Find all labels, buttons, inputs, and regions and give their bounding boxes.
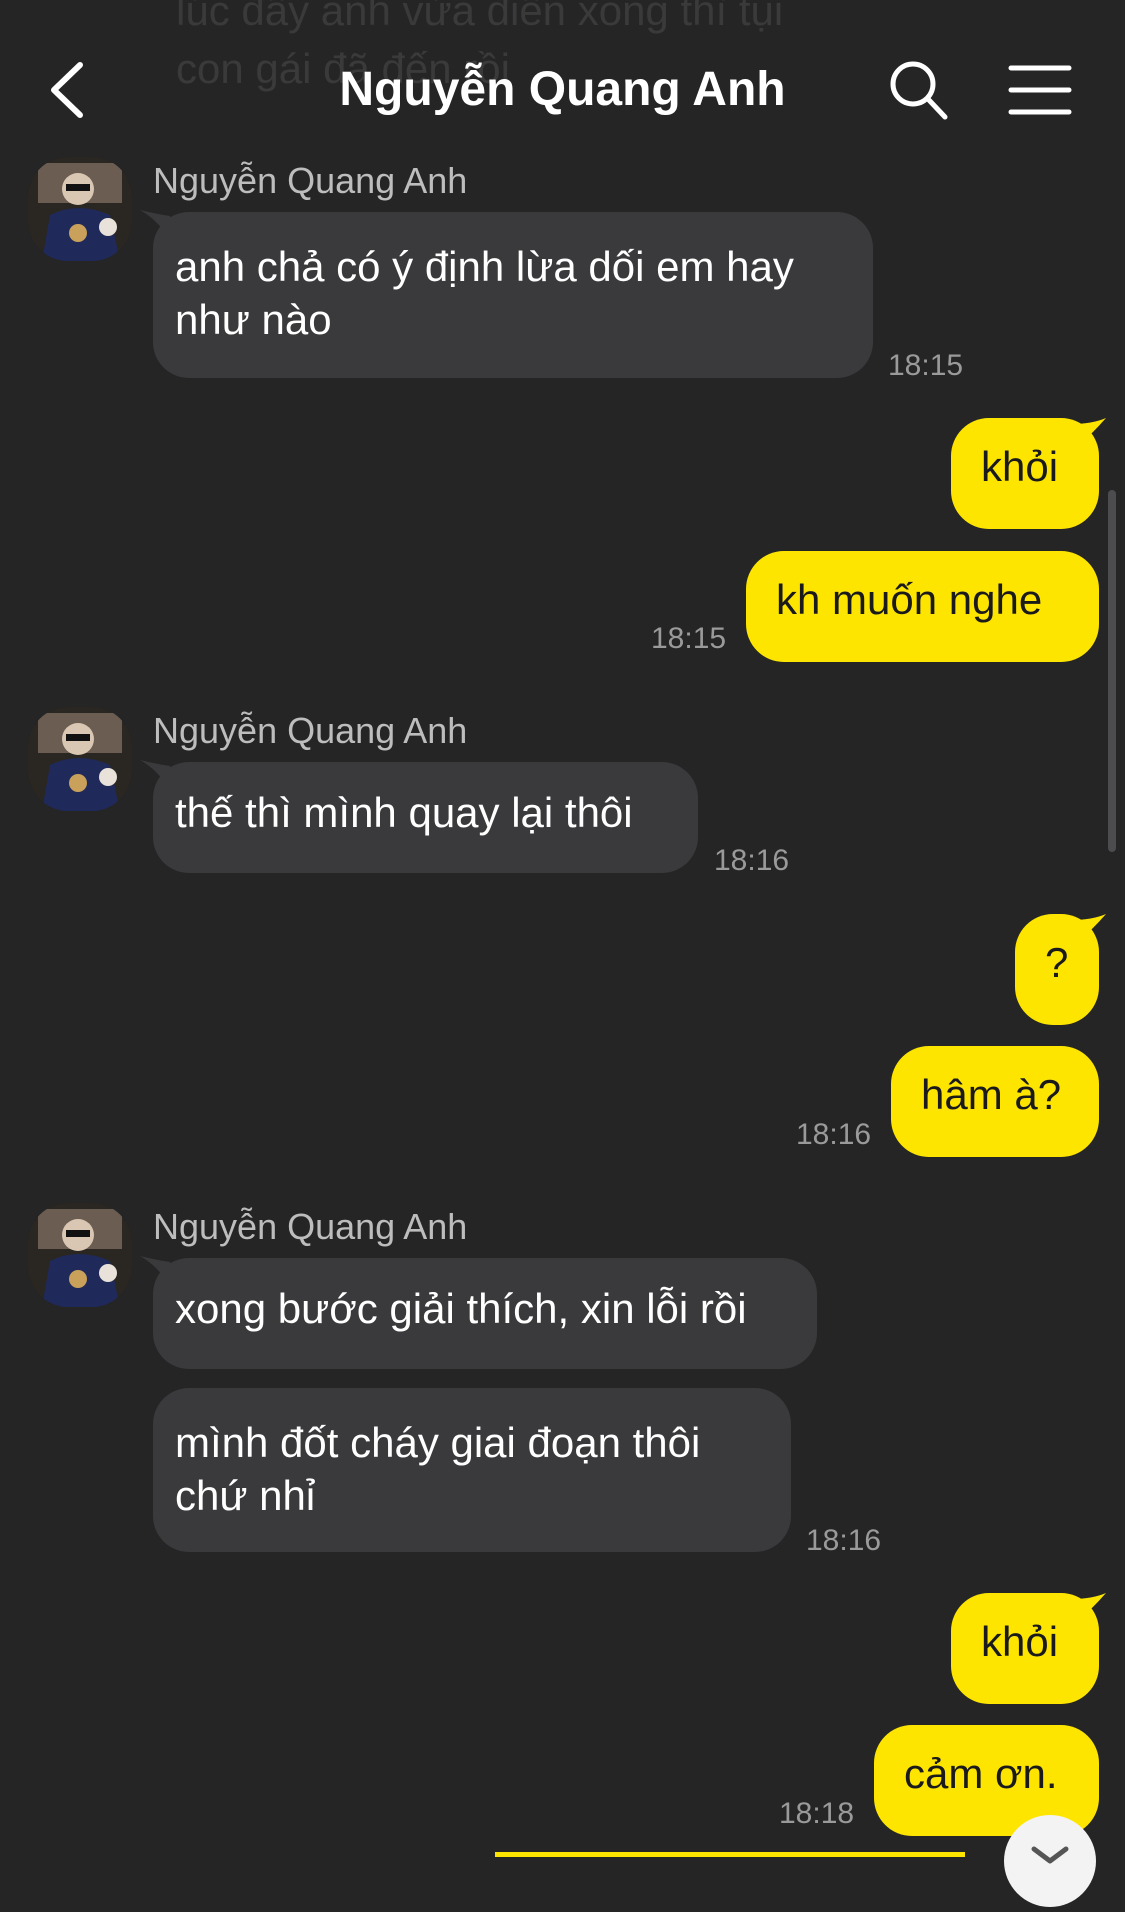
menu-button[interactable] [1005,58,1075,122]
chat-title: Nguyễn Quang Anh [339,63,786,116]
message-time: 18:15 [651,622,727,655]
hamburger-menu-icon [1008,65,1072,115]
message-time: 18:16 [714,844,790,877]
avatar-photo [28,157,132,261]
scrollbar[interactable] [1108,490,1116,852]
bubble-tail [1072,1593,1106,1627]
sender-name: Nguyễn Quang Anh [153,710,468,751]
message-bubble-outgoing[interactable]: kh muốn nghe [746,551,1099,662]
contact-avatar[interactable] [28,1203,132,1307]
avatar-photo [28,1203,132,1307]
message-bubble-incoming[interactable]: mình đốt cháy giai đoạn thôi chứ nhỉ [153,1388,791,1552]
chevron-down-icon [1031,1846,1069,1864]
message-time: 18:16 [806,1524,882,1557]
search-button[interactable] [885,55,955,125]
message-bubble-incoming[interactable]: xong bước giải thích, xin lỗi rồi [153,1258,817,1369]
input-bar-edge [495,1852,965,1857]
bubble-tail [1072,418,1106,452]
scroll-down-button[interactable] [1004,1815,1096,1907]
message-bubble-incoming[interactable]: thế thì mình quay lại thôi [153,762,698,873]
chat-header: Nguyễn Quang Anh [0,0,1125,160]
sender-name: Nguyễn Quang Anh [153,160,468,201]
message-time: 18:18 [779,1797,855,1830]
bubble-tail [1072,914,1106,948]
contact-avatar[interactable] [28,157,132,261]
contact-avatar[interactable] [28,707,132,811]
search-icon [890,61,948,120]
message-time: 18:16 [796,1118,872,1151]
sender-name: Nguyễn Quang Anh [153,1206,468,1247]
message-time: 18:15 [888,349,964,382]
message-bubble-incoming[interactable]: anh chả có ý định lừa dối em hay như nào [153,212,873,378]
avatar-photo [28,707,132,811]
message-bubble-outgoing[interactable]: hâm à? [891,1046,1099,1157]
